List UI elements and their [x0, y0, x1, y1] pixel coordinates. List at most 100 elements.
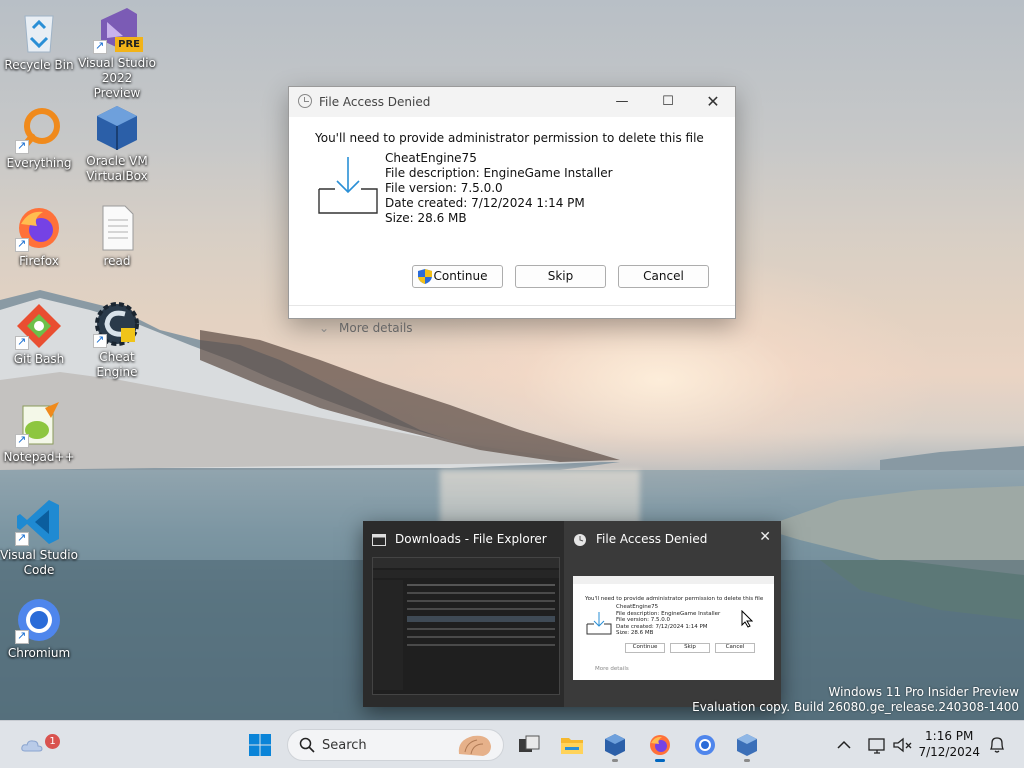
minimize-button[interactable]: —	[599, 87, 645, 117]
evaluation-watermark: Windows 11 Pro Insider Preview Evaluatio…	[692, 685, 1019, 715]
mouse-cursor-icon	[741, 610, 753, 628]
taskbar: 1 Search 1:16 PM 7/12/2024	[0, 720, 1024, 768]
virtualbox-vm-icon	[737, 734, 757, 756]
desktop-icon-git-bash[interactable]: Git Bash	[0, 302, 78, 367]
network-icon	[868, 738, 885, 754]
file-explorer-thumbnail	[372, 557, 560, 695]
chevron-down-icon: ⌄	[319, 321, 330, 335]
desktop-icon-everything[interactable]: Everything	[0, 106, 78, 171]
clock-time: 1:16 PM	[925, 729, 974, 743]
bell-icon	[989, 737, 1005, 753]
firefox-icon	[650, 735, 670, 755]
show-hidden-icons-button[interactable]	[834, 733, 854, 757]
start-button[interactable]	[242, 727, 278, 763]
clock-date: 7/12/2024	[918, 745, 980, 759]
thumb-continue-button: Continue	[625, 643, 665, 653]
virtualbox-icon	[93, 104, 141, 152]
thumb-download-icon	[586, 612, 612, 635]
desktop-icon-label: Cheat Engine	[96, 350, 138, 379]
continue-button-label: Continue	[433, 269, 488, 283]
visual-studio-icon: PRE	[93, 6, 143, 54]
desktop-icon-label: Recycle Bin	[4, 58, 74, 72]
dialog-separator	[289, 305, 735, 306]
weather-widget[interactable]: 1	[14, 727, 60, 763]
file-access-denied-dialog: File Access Denied — ☐ ✕ You'll need to …	[288, 86, 736, 335]
clock[interactable]: 1:16 PM 7/12/2024	[918, 728, 980, 760]
desktop-icon-label: Git Bash	[13, 352, 65, 366]
dialog-thumbnail: You'll need to provide administrator per…	[573, 576, 774, 680]
recycle-bin-icon	[15, 8, 63, 56]
virtualbox-taskbar-button[interactable]	[597, 727, 633, 763]
thumb-file-info: CheatEngine75 File description: EngineGa…	[616, 604, 720, 637]
watermark-line-1: Windows 11 Pro Insider Preview	[828, 685, 1019, 699]
vscode-icon	[15, 498, 63, 546]
taskbar-search-box[interactable]: Search	[287, 729, 504, 761]
desktop-icon-recycle-bin[interactable]: Recycle Bin	[0, 8, 78, 73]
clock-icon	[298, 94, 312, 108]
continue-button[interactable]: Continue	[412, 265, 503, 288]
dialog-titlebar[interactable]: File Access Denied — ☐ ✕	[289, 87, 735, 117]
preview-item-file-explorer[interactable]: Downloads - File Explorer	[363, 521, 564, 707]
clock-icon	[574, 534, 586, 546]
file-description: File description: EngineGame Installer	[385, 166, 613, 180]
skip-button[interactable]: Skip	[515, 265, 606, 288]
preview-item-file-access-denied[interactable]: File Access Denied ✕ You'll need to prov…	[564, 521, 781, 707]
search-placeholder: Search	[322, 738, 367, 753]
watermark-line-2: Evaluation copy. Build 26080.ge_release.…	[692, 700, 1019, 714]
dialog-message: You'll need to provide administrator per…	[315, 131, 704, 145]
taskbar-thumbnail-preview: Downloads - File Explorer File Access De…	[363, 521, 781, 707]
task-view-button[interactable]	[511, 727, 547, 763]
virtualbox-vm-taskbar-button[interactable]	[729, 727, 765, 763]
desktop-icon-chromium[interactable]: Chromium	[0, 596, 78, 661]
volume-control[interactable]	[892, 733, 914, 757]
desktop-icon-label: Firefox	[19, 254, 59, 268]
file-info: CheatEngine75 File description: EngineGa…	[385, 151, 613, 226]
desktop-icon-label: Oracle VM VirtualBox	[86, 154, 148, 183]
notepad-plus-plus-icon	[15, 400, 63, 448]
maximize-button[interactable]: ☐	[645, 87, 691, 117]
desktop-icon-firefox[interactable]: Firefox	[0, 204, 78, 269]
desktop-icon-read[interactable]: read	[78, 204, 156, 269]
window-icon	[372, 534, 386, 546]
firefox-icon	[15, 204, 63, 252]
desktop-icon-vscode[interactable]: Visual Studio Code	[0, 498, 78, 578]
desktop-icon-visual-studio-2022-preview[interactable]: PRE Visual Studio 2022 Preview	[78, 6, 156, 101]
everything-icon	[15, 106, 63, 154]
desktop-icon-notepad-plus-plus[interactable]: Notepad++	[0, 400, 78, 465]
desktop-icon-cheat-engine[interactable]: Cheat Engine	[78, 300, 156, 380]
preview-close-icon[interactable]: ✕	[759, 529, 771, 545]
desktop-icon-label: Notepad++	[3, 450, 75, 464]
shortcut-arrow-icon	[15, 530, 29, 546]
network-status[interactable]	[866, 733, 888, 757]
search-icon	[299, 737, 315, 753]
shortcut-arrow-icon	[93, 38, 107, 54]
file-size: Size: 28.6 MB	[385, 211, 467, 225]
more-details-label: More details	[339, 321, 413, 335]
download-tray-icon	[318, 157, 378, 214]
shortcut-arrow-icon	[93, 332, 107, 348]
text-file-icon	[93, 204, 141, 252]
firefox-taskbar-button[interactable]	[642, 727, 678, 763]
weather-cloud-icon	[21, 740, 43, 752]
notifications-button[interactable]	[986, 733, 1008, 757]
chromium-taskbar-button[interactable]	[687, 727, 723, 763]
desktop-icon-label: Visual Studio 2022 Preview	[78, 56, 156, 100]
search-highlight-shell-icon	[458, 735, 491, 756]
thumb-cancel-button: Cancel	[715, 643, 755, 653]
cancel-button[interactable]: Cancel	[618, 265, 709, 288]
shortcut-arrow-icon	[15, 138, 29, 154]
desktop-icon-label: Everything	[6, 156, 72, 170]
close-button[interactable]: ✕	[690, 87, 736, 117]
file-version: File version: 7.5.0.0	[385, 181, 503, 195]
file-explorer-icon	[561, 738, 583, 754]
more-details-toggle[interactable]: ⌄ More details	[319, 321, 413, 335]
file-explorer-button[interactable]	[554, 727, 590, 763]
dialog-title: File Access Denied	[319, 95, 431, 109]
shortcut-arrow-icon	[15, 236, 29, 252]
thumb-file-size: Size: 28.6 MB	[616, 630, 654, 636]
preview-item-title: Downloads - File Explorer	[395, 532, 547, 546]
chevron-up-icon	[837, 740, 851, 749]
shortcut-arrow-icon	[15, 432, 29, 448]
desktop-icon-virtualbox[interactable]: Oracle VM VirtualBox	[78, 104, 156, 184]
preview-item-title: File Access Denied	[596, 532, 708, 546]
